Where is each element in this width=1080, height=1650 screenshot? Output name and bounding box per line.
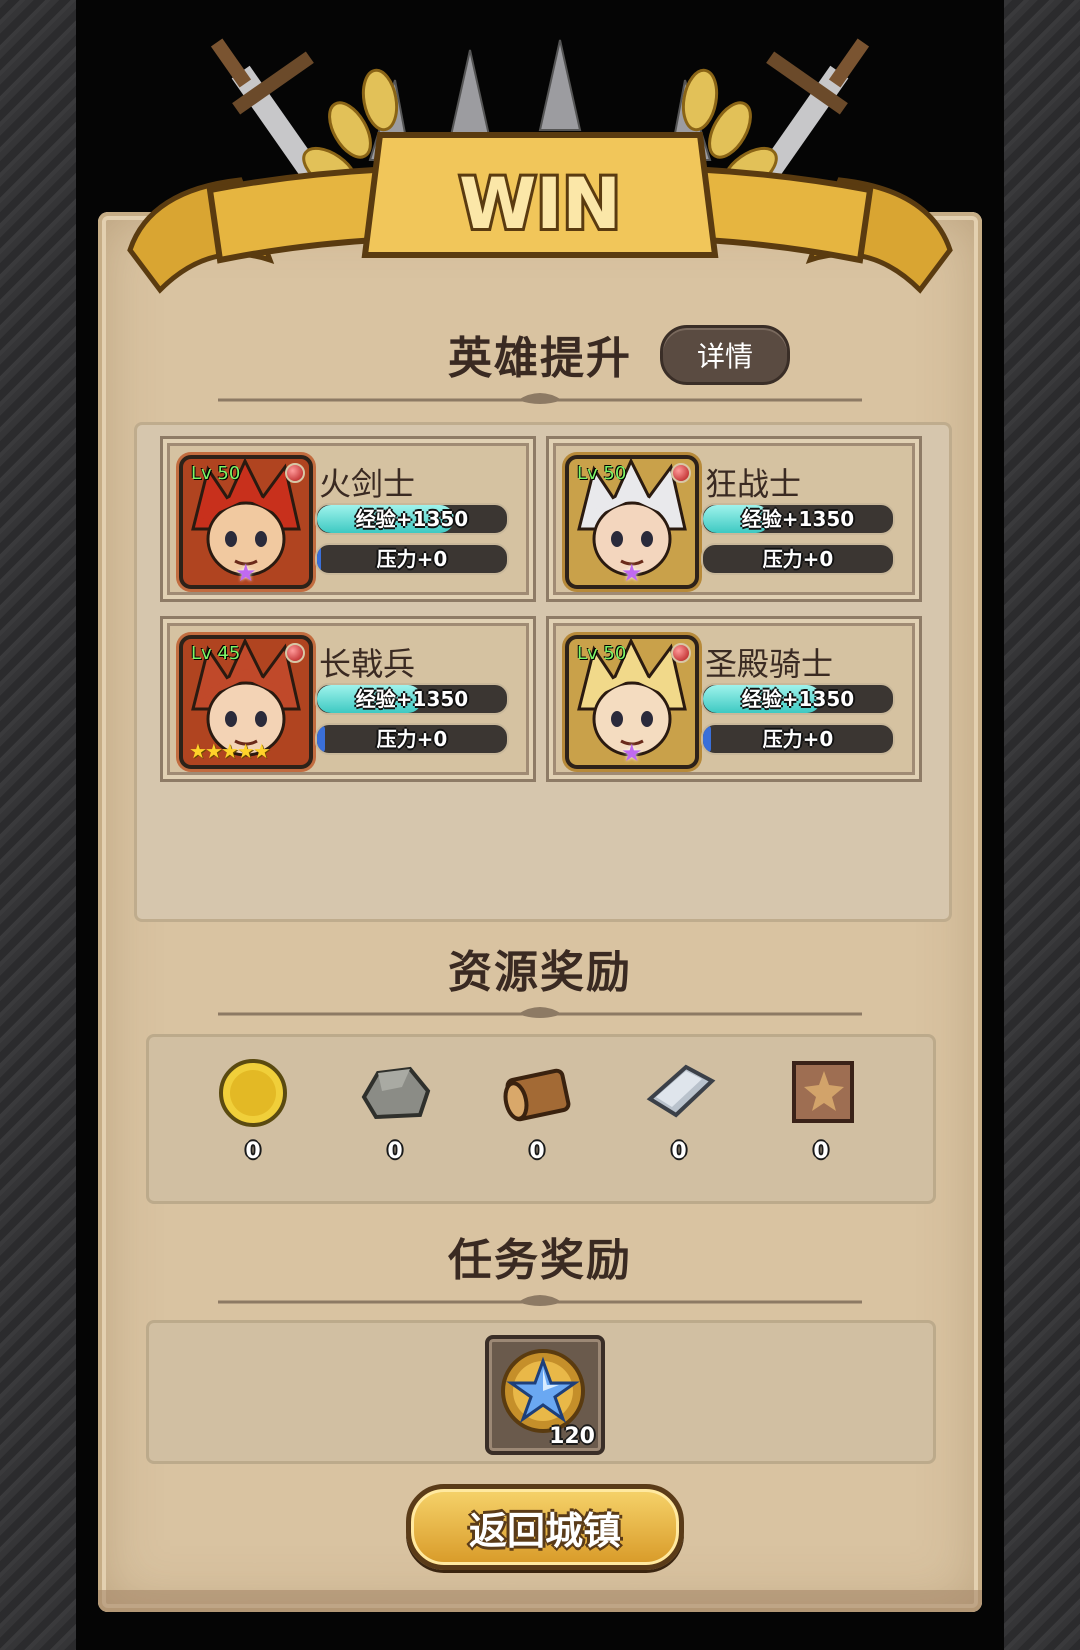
resource-item-leather[interactable]: 0 — [771, 1057, 871, 1164]
hero-level: Lv 50 — [191, 463, 241, 484]
resource-count: 0 — [245, 1139, 261, 1164]
red-gem-icon — [671, 463, 691, 483]
hero-portrait[interactable]: Lv 45 ★★★★★ — [179, 635, 313, 769]
task-rewards: 120 — [146, 1320, 936, 1464]
exp-text: 经验+1350 — [355, 687, 469, 711]
resource-count: 0 — [671, 1139, 687, 1164]
exp-bar: 经验+1350 — [315, 683, 509, 715]
hero-portrait[interactable]: Lv 50 ★ — [565, 455, 699, 589]
hero-portrait[interactable]: Lv 50 ★ — [565, 635, 699, 769]
stress-text: 压力+0 — [762, 727, 834, 751]
hero-level: Lv 45 — [191, 643, 241, 664]
hero-card[interactable]: Lv 50 ★ 圣殿骑士 经验+1350 压力+0 — [546, 616, 922, 782]
stress-text: 压力+0 — [376, 547, 448, 571]
wood-log-icon — [503, 1068, 571, 1122]
rarity-stars: ★★★★★ — [189, 739, 271, 763]
hero-card[interactable]: Lv 50 ★ 火剑士 经验+1350 压力+0 — [160, 436, 536, 602]
panel-bottom-edge — [98, 1590, 982, 1612]
hero-card[interactable]: Lv 50 ★ 狂战士 经验+1350 压力+0 — [546, 436, 922, 602]
stress-text: 压力+0 — [762, 547, 834, 571]
stress-text: 压力+0 — [376, 727, 448, 751]
ornament-divider — [218, 1007, 862, 1018]
resource-rewards: 0 0 0 0 0 — [146, 1034, 936, 1204]
exp-bar: 经验+1350 — [315, 503, 509, 535]
hero-name: 火剑士 — [319, 465, 416, 503]
rarity-star-icon: ★ — [621, 559, 643, 587]
exp-text: 经验+1350 — [741, 687, 855, 711]
leather-icon — [792, 1061, 854, 1123]
stress-bar: 压力+0 — [315, 543, 509, 575]
hero-level: Lv 50 — [577, 463, 627, 484]
rarity-star-icon: ★ — [235, 559, 257, 587]
detail-button[interactable]: 详情 — [660, 325, 790, 385]
red-gem-icon — [285, 463, 305, 483]
right-stone-border — [1004, 0, 1080, 1650]
hero-name: 圣殿骑士 — [705, 645, 834, 683]
return-to-town-button[interactable]: 返回城镇 — [406, 1484, 684, 1570]
exp-text: 经验+1350 — [741, 507, 855, 531]
hero-section-title: 英雄提升 — [448, 333, 632, 384]
rarity-star-icon: ★ — [621, 739, 643, 767]
resource-item-iron[interactable]: 0 — [629, 1057, 729, 1164]
resource-section-title: 资源奖励 — [448, 947, 632, 998]
resource-count: 0 — [387, 1139, 403, 1164]
exp-text: 经验+1350 — [355, 507, 469, 531]
hero-level: Lv 50 — [577, 643, 627, 664]
ornament-divider — [218, 1295, 862, 1306]
stone-icon — [361, 1066, 431, 1120]
red-gem-icon — [671, 643, 691, 663]
win-title: WIN — [459, 163, 621, 245]
gold-coin-icon — [219, 1059, 287, 1127]
resource-count: 0 — [813, 1139, 829, 1164]
hero-name: 长戟兵 — [319, 645, 416, 683]
left-stone-border — [0, 0, 76, 1650]
resource-item-gold[interactable]: 0 — [203, 1057, 303, 1164]
hero-portrait[interactable]: Lv 50 ★ — [179, 455, 313, 589]
iron-ingot-icon — [646, 1064, 716, 1118]
resource-count: 0 — [529, 1139, 545, 1164]
win-banner: WIN — [127, 38, 953, 294]
task-reward-item[interactable]: 120 — [485, 1335, 605, 1455]
resource-item-wood[interactable]: 0 — [487, 1057, 587, 1164]
red-gem-icon — [285, 643, 305, 663]
exp-bar: 经验+1350 — [701, 503, 895, 535]
stress-bar: 压力+0 — [701, 723, 895, 755]
stress-bar: 压力+0 — [315, 723, 509, 755]
exp-bar: 经验+1350 — [701, 683, 895, 715]
resource-item-stone[interactable]: 0 — [345, 1057, 445, 1164]
hero-card[interactable]: Lv 45 ★★★★★ 长戟兵 经验+1350 压力+0 — [160, 616, 536, 782]
hero-name: 狂战士 — [705, 465, 802, 503]
task-reward-count: 120 — [549, 1424, 595, 1449]
stress-bar: 压力+0 — [701, 543, 895, 575]
ornament-divider — [218, 393, 862, 404]
task-section-title: 任务奖励 — [448, 1235, 632, 1286]
